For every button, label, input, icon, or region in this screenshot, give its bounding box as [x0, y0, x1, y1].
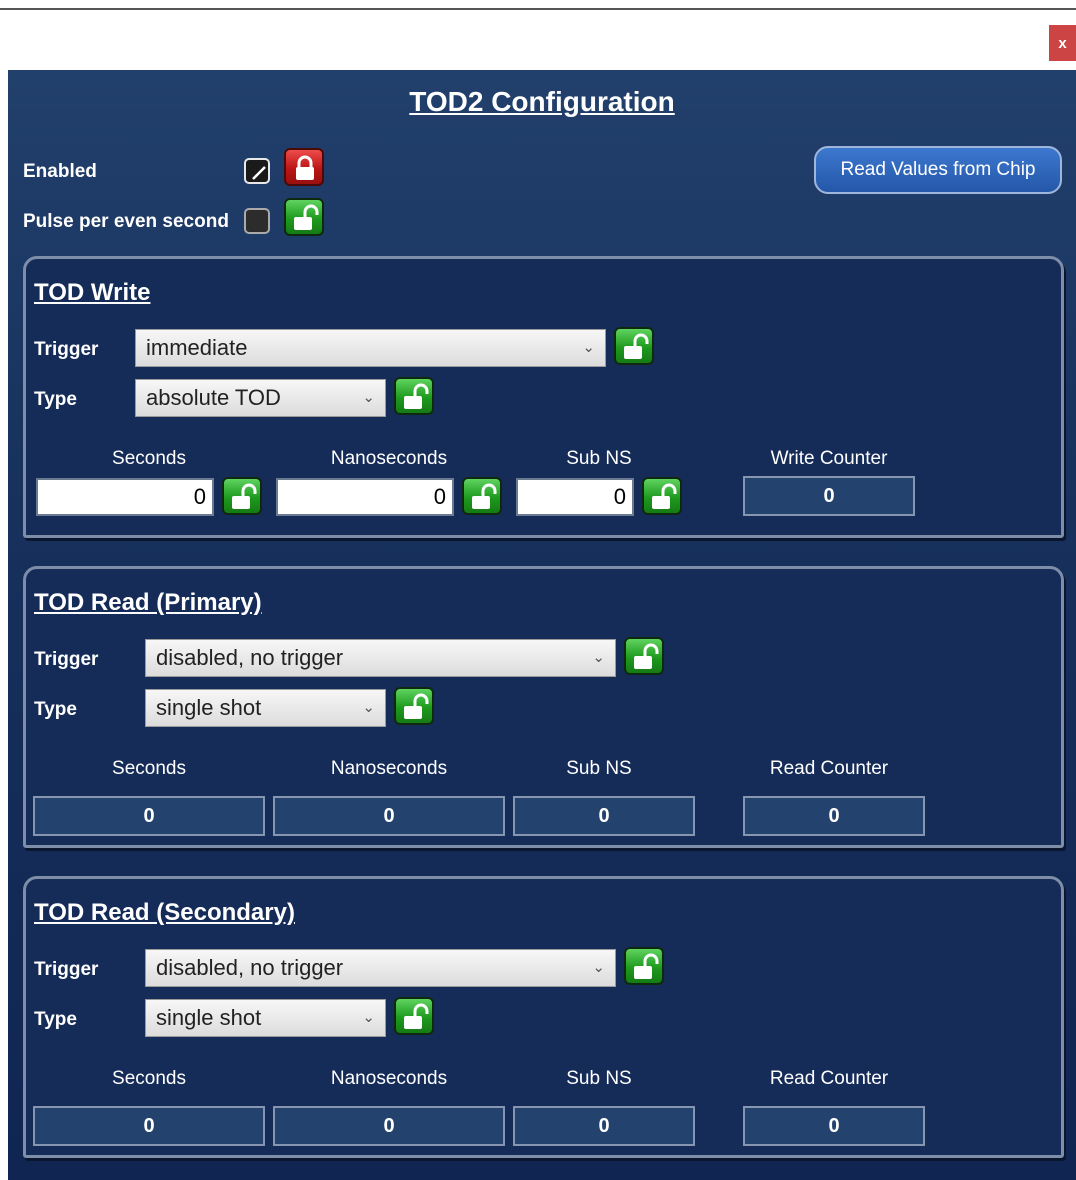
tod-read-secondary-counter-value: 0	[743, 1106, 925, 1146]
tod-write-trigger-lock[interactable]	[614, 327, 654, 365]
tod-read-primary-nanoseconds-value: 0	[273, 796, 505, 836]
tod-write-type-lock[interactable]	[394, 377, 434, 415]
lock-open-icon	[294, 204, 319, 230]
page-title: TOD2 Configuration	[409, 86, 675, 117]
tod-write-panel: TOD Write Trigger immediate ⌄ Type absolu…	[23, 256, 1064, 538]
lock-open-icon	[472, 483, 497, 509]
tod-read-secondary-trigger-lock[interactable]	[624, 947, 664, 985]
window-top-border	[0, 8, 1076, 10]
lock-open-icon	[404, 383, 429, 409]
lock-open-icon	[652, 483, 677, 509]
lock-open-icon	[624, 333, 649, 359]
read-values-button[interactable]: Read Values from Chip	[814, 146, 1062, 194]
tod-read-secondary-trigger-label: Trigger	[34, 959, 99, 980]
tod-write-seconds-lock[interactable]	[222, 477, 262, 515]
tod-read-secondary-seconds-value: 0	[33, 1106, 265, 1146]
tod-read-secondary-panel: TOD Read (Secondary) Trigger disabled, n…	[23, 876, 1064, 1158]
tod-read-secondary-nanoseconds-header: Nanoseconds	[330, 1068, 448, 1089]
lock-open-icon	[404, 1003, 429, 1029]
tod-write-nanoseconds-header: Nanoseconds	[330, 448, 448, 469]
tod-read-primary-counter-header: Read Counter	[769, 758, 889, 779]
tod-write-trigger-select[interactable]: immediate ⌄	[135, 329, 606, 367]
tod-read-primary-title: TOD Read (Primary)	[34, 589, 262, 616]
lock-closed-icon	[296, 155, 314, 180]
tod-read-secondary-type-label: Type	[34, 1009, 77, 1030]
chevron-down-icon: ⌄	[362, 389, 375, 406]
tod-read-primary-trigger-label: Trigger	[34, 649, 99, 670]
tod-write-type-select[interactable]: absolute TOD ⌄	[135, 379, 386, 417]
tod-read-secondary-subns-header: Sub NS	[566, 1068, 632, 1089]
tod-read-primary-trigger-select[interactable]: disabled, no trigger ⌄	[145, 639, 616, 677]
enabled-lock-button[interactable]	[284, 148, 324, 186]
pulse-label: Pulse per even second	[23, 211, 229, 232]
tod-read-secondary-title: TOD Read (Secondary)	[34, 899, 295, 926]
tod-read-primary-panel: TOD Read (Primary) Trigger disabled, no …	[23, 566, 1064, 848]
enabled-label: Enabled	[23, 161, 97, 182]
tod-read-primary-seconds-header: Seconds	[112, 758, 186, 779]
tod-write-counter-header: Write Counter	[770, 448, 888, 469]
tod-read-primary-seconds-value: 0	[33, 796, 265, 836]
tod-write-type-label: Type	[34, 389, 77, 410]
tod2-config-window: TOD2 Configuration Enabled Pulse per eve…	[8, 70, 1076, 1180]
tod-read-secondary-type-lock[interactable]	[394, 997, 434, 1035]
tod-write-trigger-label: Trigger	[34, 339, 99, 360]
chevron-down-icon: ⌄	[592, 959, 605, 976]
tod-read-primary-subns-header: Sub NS	[566, 758, 632, 779]
tod-read-primary-subns-value: 0	[513, 796, 695, 836]
tod-write-counter-value: 0	[743, 476, 915, 516]
chevron-down-icon: ⌄	[592, 649, 605, 666]
tod-read-secondary-trigger-select[interactable]: disabled, no trigger ⌄	[145, 949, 616, 987]
lock-open-icon	[232, 483, 257, 509]
tod-read-secondary-subns-value: 0	[513, 1106, 695, 1146]
chevron-down-icon: ⌄	[362, 699, 375, 716]
tod-write-subns-input[interactable]: 0	[516, 478, 634, 516]
tod-write-title: TOD Write	[34, 279, 151, 306]
lock-open-icon	[634, 643, 659, 669]
tod-read-secondary-seconds-header: Seconds	[112, 1068, 186, 1089]
close-button[interactable]: x	[1049, 25, 1076, 61]
tod-read-primary-nanoseconds-header: Nanoseconds	[330, 758, 448, 779]
tod-read-secondary-type-select[interactable]: single shot ⌄	[145, 999, 386, 1037]
pulse-checkbox[interactable]	[244, 208, 270, 234]
chevron-down-icon: ⌄	[582, 339, 595, 356]
chevron-down-icon: ⌄	[362, 1009, 375, 1026]
lock-open-icon	[404, 693, 429, 719]
tod-write-nanoseconds-lock[interactable]	[462, 477, 502, 515]
tod-write-subns-lock[interactable]	[642, 477, 682, 515]
tod-read-primary-trigger-lock[interactable]	[624, 637, 664, 675]
tod-read-primary-type-lock[interactable]	[394, 687, 434, 725]
tod-read-primary-counter-value: 0	[743, 796, 925, 836]
enabled-checkbox[interactable]	[244, 158, 270, 184]
tod-read-secondary-nanoseconds-value: 0	[273, 1106, 505, 1146]
checkmark-icon	[252, 166, 266, 180]
tod-read-primary-type-label: Type	[34, 699, 77, 720]
tod-write-seconds-input[interactable]: 0	[36, 478, 214, 516]
tod-read-secondary-counter-header: Read Counter	[769, 1068, 889, 1089]
lock-open-icon	[634, 953, 659, 979]
tod-write-seconds-header: Seconds	[112, 448, 186, 469]
pulse-lock-button[interactable]	[284, 198, 324, 236]
tod-write-subns-header: Sub NS	[566, 448, 632, 469]
tod-write-nanoseconds-input[interactable]: 0	[276, 478, 454, 516]
tod-read-primary-type-select[interactable]: single shot ⌄	[145, 689, 386, 727]
